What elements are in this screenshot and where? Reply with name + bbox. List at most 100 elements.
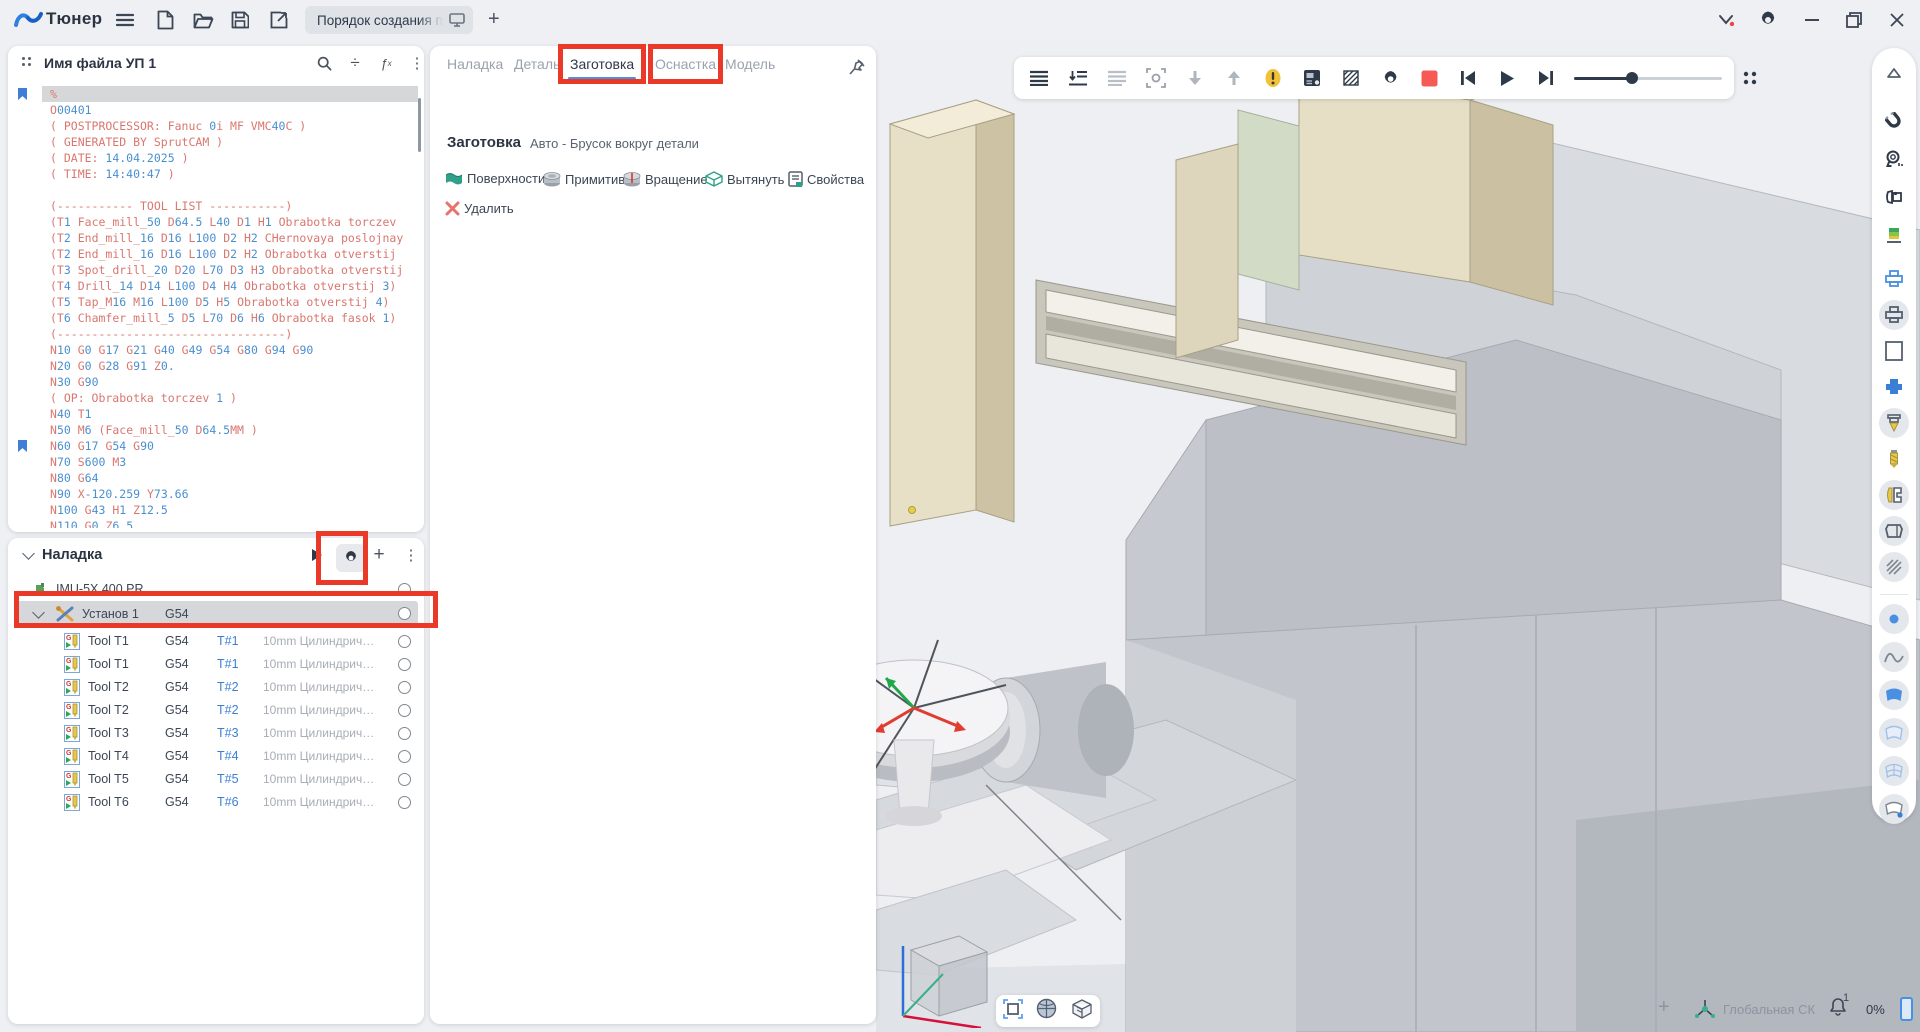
- updates-chevron-button[interactable]: [1712, 8, 1740, 32]
- vice-fixture-icon[interactable]: [1879, 480, 1909, 510]
- tool-cone-icon[interactable]: [1879, 408, 1909, 438]
- gcode-line[interactable]: ( OP: Obrabotka torczev 1 ): [42, 390, 418, 406]
- tool-row[interactable]: G Tool T4 G54 T#4 10mm Цилиндрич…: [14, 745, 418, 767]
- function-fx-icon[interactable]: ƒx: [375, 53, 397, 73]
- tab[interactable]: Заготовка: [570, 56, 634, 80]
- open-file-button[interactable]: [190, 8, 216, 32]
- tool-radio[interactable]: [398, 773, 411, 786]
- gcode-line[interactable]: %: [42, 86, 418, 102]
- hatch-section-icon[interactable]: [1879, 552, 1909, 582]
- machine-radio[interactable]: [398, 583, 411, 596]
- orientation-cube[interactable]: [881, 908, 1001, 1028]
- gcode-line[interactable]: N80 G64: [42, 470, 418, 486]
- surface-filled-icon[interactable]: [1879, 680, 1909, 710]
- tab[interactable]: Модель: [725, 56, 775, 80]
- divide-icon[interactable]: ÷: [344, 53, 366, 73]
- tool-row[interactable]: G Tool T6 G54 T#6 10mm Цилиндрич…: [14, 791, 418, 813]
- kebab-menu-icon[interactable]: ⋮: [400, 545, 422, 565]
- gcode-line[interactable]: (T1 Face_mill_50 D64.5 L40 D1 H1 Obrabot…: [42, 214, 418, 230]
- gcode-line[interactable]: N40 T1: [42, 406, 418, 422]
- add-item-icon[interactable]: +: [368, 545, 390, 565]
- main-menu-button[interactable]: [112, 8, 138, 32]
- gcode-view-icon[interactable]: [1028, 67, 1050, 89]
- gcode-line[interactable]: ( DATE: 14.04.2025 ): [42, 150, 418, 166]
- gcode-line[interactable]: N30 G90: [42, 374, 418, 390]
- curve-entity-icon[interactable]: [1879, 642, 1909, 672]
- gcode-line[interactable]: O00401: [42, 102, 418, 118]
- extrude-button[interactable]: Вытянуть: [705, 171, 784, 187]
- tab[interactable]: Наладка: [447, 56, 503, 80]
- restore-button[interactable]: [1840, 8, 1868, 32]
- collapse-rail-icon[interactable]: [1879, 58, 1909, 88]
- properties-button[interactable]: Свойства: [788, 171, 864, 187]
- gcode-line[interactable]: N110 G0 Z6.5: [42, 518, 418, 528]
- simulation-speed-slider[interactable]: [1574, 67, 1722, 89]
- save-button[interactable]: [227, 8, 253, 32]
- stop-button[interactable]: [1418, 67, 1440, 89]
- minimize-button[interactable]: [1798, 8, 1826, 32]
- simulation-mode-icon[interactable]: [1340, 67, 1362, 89]
- drill-tool-icon[interactable]: [1879, 444, 1909, 474]
- tool-row[interactable]: G Tool T2 G54 T#2 10mm Цилиндрич…: [14, 699, 418, 721]
- gcode-line[interactable]: (T4 Drill_14 D14 L100 D4 H4 Obrabotka ot…: [42, 278, 418, 294]
- move-up-icon[interactable]: [1223, 67, 1245, 89]
- gcode-line[interactable]: N60 G17 G54 G90: [42, 438, 418, 454]
- warning-icon[interactable]: [1262, 67, 1284, 89]
- machine-panel-icon[interactable]: [1301, 67, 1323, 89]
- layout-grid-icon[interactable]: [1739, 67, 1761, 89]
- selection-frame-icon[interactable]: [1145, 67, 1167, 89]
- gcode-line[interactable]: (T5 Tap_M16 M16 L100 D5 H5 Obrabotka otv…: [42, 294, 418, 310]
- primitive-button[interactable]: Примитив: [543, 171, 625, 187]
- collapse-chevron-icon[interactable]: [22, 547, 35, 560]
- gcode-line[interactable]: (---------------------------------): [42, 326, 418, 342]
- tab[interactable]: Деталь: [514, 56, 560, 80]
- isometric-view-icon[interactable]: [1071, 999, 1093, 1024]
- tool-row[interactable]: G Tool T3 G54 T#3 10mm Цилиндрич…: [14, 722, 418, 744]
- surface-vertex-icon[interactable]: [1879, 794, 1909, 824]
- camera-view-icon[interactable]: [1879, 144, 1909, 174]
- gcode-line[interactable]: ( POSTPROCESSOR: Fanuc 0i MF VMC40C ): [42, 118, 418, 134]
- gcode-line[interactable]: N20 G0 G28 G91 Z0.: [42, 358, 418, 374]
- new-tab-button[interactable]: +: [488, 8, 500, 31]
- tool-row[interactable]: G Tool T1 G54 T#1 10mm Цилиндрич…: [14, 653, 418, 675]
- kebab-menu-icon[interactable]: ⋮: [406, 53, 428, 73]
- document-tab[interactable]: Порядок создания п: [305, 6, 473, 34]
- run-simulation-icon[interactable]: [306, 545, 328, 565]
- gcode-line[interactable]: ( TIME: 14:40:47 ): [42, 166, 418, 182]
- stock-stack-icon[interactable]: [1879, 220, 1909, 250]
- gcode-line[interactable]: N90 X-120.259 Y73.66: [42, 486, 418, 502]
- add-cs-button[interactable]: +: [1658, 996, 1670, 1019]
- fit-view-icon[interactable]: [1003, 999, 1023, 1024]
- search-icon[interactable]: [313, 53, 335, 73]
- point-entity-icon[interactable]: [1879, 604, 1909, 634]
- tool-row[interactable]: G Tool T1 G54 T#1 10mm Цилиндрич…: [14, 630, 418, 652]
- coordinate-system-icon[interactable]: [1694, 998, 1716, 1020]
- skip-to-end-button[interactable]: [1535, 67, 1557, 89]
- drag-handle-icon[interactable]: [22, 57, 34, 69]
- close-button[interactable]: [1883, 8, 1911, 32]
- goto-line-icon[interactable]: [1067, 67, 1089, 89]
- surface-outline-icon[interactable]: [1879, 718, 1909, 748]
- tool-radio[interactable]: [398, 727, 411, 740]
- active-cs-label[interactable]: Глобальная СК: [1723, 1002, 1815, 1017]
- delete-button[interactable]: Удалить: [445, 201, 514, 216]
- magnet-snap-icon[interactable]: [1879, 106, 1909, 136]
- blank-stock-icon[interactable]: [1879, 336, 1909, 366]
- gcode-line[interactable]: N100 G43 H1 Z12.5: [42, 502, 418, 518]
- viewport-3d[interactable]: [876, 40, 1920, 1032]
- surfaces-button[interactable]: Поверхности: [445, 171, 545, 186]
- setup-settings-gear-button[interactable]: [336, 544, 366, 572]
- tool-row[interactable]: G Tool T2 G54 T#2 10mm Цилиндрич…: [14, 676, 418, 698]
- simulation-settings-gear-icon[interactable]: [1379, 67, 1401, 89]
- tool-row[interactable]: G Tool T5 G54 T#5 10mm Цилиндрич…: [14, 768, 418, 790]
- gcode-line[interactable]: (T2 End_mill_16 D16 L100 D2 H2 CHernovay…: [42, 230, 418, 246]
- move-down-icon[interactable]: [1184, 67, 1206, 89]
- gcode-line[interactable]: N10 G0 G17 G21 G40 G49 G54 G80 G94 G90: [42, 342, 418, 358]
- setup-row[interactable]: Установ 1 G54: [14, 601, 418, 626]
- tab[interactable]: Оснастка: [655, 56, 716, 80]
- setup-radio[interactable]: [398, 607, 411, 620]
- text-lines-icon[interactable]: [1106, 67, 1128, 89]
- gcode-line[interactable]: N70 S600 M3: [42, 454, 418, 470]
- revolve-button[interactable]: Вращение: [623, 171, 708, 187]
- toolholder-gray-icon[interactable]: [1879, 300, 1909, 330]
